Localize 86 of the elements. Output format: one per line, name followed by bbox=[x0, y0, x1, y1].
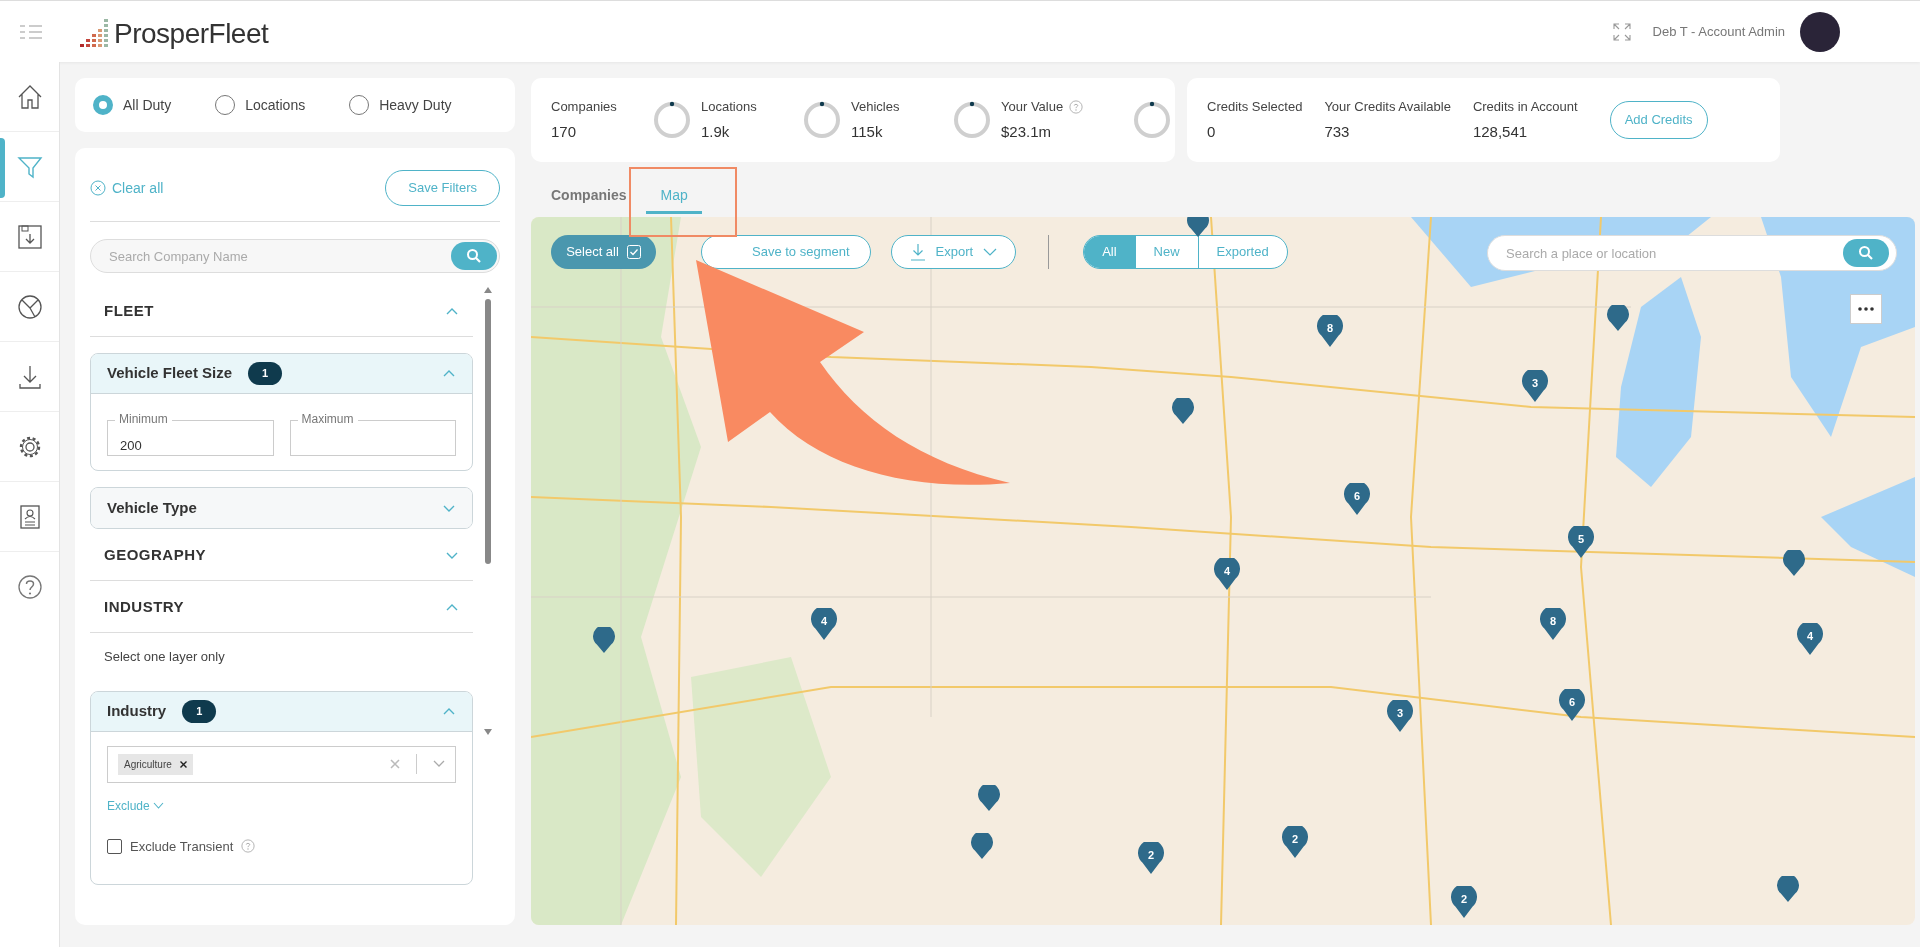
section-heading: GEOGRAPHY bbox=[104, 545, 206, 566]
cluster-marker[interactable]: 8 bbox=[1317, 315, 1343, 347]
cluster-marker[interactable]: 3 bbox=[1522, 370, 1548, 402]
duty-radio[interactable]: Locations bbox=[215, 94, 306, 116]
chevron-down-icon bbox=[152, 802, 164, 809]
stat-value: $23.1m bbox=[1001, 121, 1053, 142]
cluster-marker[interactable]: 4 bbox=[1214, 558, 1240, 590]
cluster-marker[interactable]: 4 bbox=[811, 608, 837, 640]
user-avatar[interactable] bbox=[1800, 11, 1840, 52]
map-pin[interactable] bbox=[1783, 550, 1805, 576]
fullscreen-icon[interactable] bbox=[1612, 22, 1631, 41]
cluster-marker[interactable]: 6 bbox=[1559, 689, 1585, 721]
chevron-up-icon[interactable] bbox=[445, 306, 459, 317]
section-heading: INDUSTRY bbox=[104, 597, 185, 618]
stat-label: Locations bbox=[701, 98, 757, 116]
credit-label: Credits in Account bbox=[1472, 98, 1578, 116]
scroll-down-icon[interactable] bbox=[484, 729, 492, 735]
industry-tag[interactable]: Agriculture bbox=[118, 753, 193, 775]
map-pin[interactable] bbox=[593, 627, 615, 653]
cluster-marker[interactable]: 4 bbox=[1797, 623, 1823, 655]
save-download-icon[interactable] bbox=[15, 222, 44, 251]
credit-value: 0 bbox=[1207, 121, 1217, 142]
location-search-field[interactable]: Search a place or location bbox=[1487, 235, 1897, 271]
duty-radio[interactable]: Heavy Duty bbox=[349, 94, 452, 116]
progress-ring-icon bbox=[1133, 101, 1171, 139]
industry-select[interactable]: Agriculture bbox=[107, 745, 456, 783]
company-search-field[interactable]: Search Company Name bbox=[90, 239, 500, 273]
search-button[interactable] bbox=[1843, 239, 1889, 267]
chevron-down-icon bbox=[983, 248, 998, 256]
stat-label: Vehicles bbox=[851, 98, 900, 116]
group-title[interactable]: Vehicle Fleet Size bbox=[107, 362, 233, 385]
credit-value: 733 bbox=[1324, 121, 1351, 142]
search-button[interactable] bbox=[451, 242, 497, 270]
chevron-down-icon[interactable] bbox=[445, 550, 459, 561]
cluster-marker[interactable]: 5 bbox=[1568, 526, 1594, 558]
search-icon bbox=[466, 248, 482, 264]
search-icon bbox=[1858, 245, 1874, 261]
map-pin[interactable] bbox=[1172, 398, 1194, 424]
duty-radio[interactable]: All Duty bbox=[93, 94, 172, 116]
cluster-marker[interactable]: 3 bbox=[1387, 700, 1413, 732]
map-pin[interactable] bbox=[978, 785, 1000, 811]
credit-label: Credits Selected bbox=[1207, 98, 1303, 116]
stat-value: 170 bbox=[551, 121, 578, 142]
helper-text: Select one layer only bbox=[103, 648, 226, 666]
map-pin[interactable] bbox=[1777, 876, 1799, 902]
segments-icon[interactable] bbox=[15, 292, 44, 321]
cluster-marker[interactable]: 2 bbox=[1138, 842, 1164, 874]
user-name: Deb T - Account Admin bbox=[1652, 22, 1785, 41]
checkbox[interactable] bbox=[107, 838, 122, 854]
stat-value: 1.9k bbox=[701, 121, 731, 142]
map-pin[interactable] bbox=[1607, 305, 1629, 331]
chevron-down-icon[interactable] bbox=[433, 760, 445, 768]
help-icon bbox=[241, 839, 256, 854]
tab[interactable]: Companies bbox=[537, 180, 641, 214]
progress-ring-icon bbox=[803, 101, 841, 139]
cluster-marker[interactable]: 8 bbox=[1540, 608, 1566, 640]
group-title[interactable]: Industry bbox=[107, 699, 167, 723]
credit-label: Your Credits Available bbox=[1324, 98, 1451, 116]
credit-value: 128,541 bbox=[1472, 121, 1529, 142]
download-icon bbox=[909, 243, 926, 261]
help-icon[interactable] bbox=[15, 573, 44, 601]
stat-label: Your Value bbox=[1001, 98, 1064, 116]
progress-ring-icon bbox=[653, 101, 691, 139]
map-pin[interactable] bbox=[971, 833, 993, 859]
cluster-marker[interactable]: 2 bbox=[1451, 886, 1477, 918]
group-title[interactable]: Vehicle Type bbox=[107, 496, 197, 520]
stat-label: Companies bbox=[551, 98, 617, 116]
chevron-up-icon[interactable] bbox=[442, 368, 456, 379]
map-pin[interactable] bbox=[1187, 217, 1209, 237]
progress-ring-icon bbox=[953, 101, 991, 139]
scroll-up-icon[interactable] bbox=[484, 287, 492, 293]
app-name: ProsperFleet bbox=[114, 18, 269, 49]
count-badge: 1 bbox=[182, 699, 217, 723]
checkbox-label: Exclude Transient bbox=[130, 837, 234, 856]
scrollbar-thumb[interactable] bbox=[485, 299, 491, 564]
remove-icon bbox=[179, 760, 187, 768]
count-badge: 1 bbox=[248, 362, 283, 385]
more-icon bbox=[1858, 307, 1874, 311]
cluster-marker[interactable]: 6 bbox=[1344, 483, 1370, 515]
chevron-up-icon[interactable] bbox=[445, 602, 459, 613]
stat-value: 115k bbox=[851, 121, 884, 142]
cluster-marker[interactable]: 2 bbox=[1282, 826, 1308, 858]
select-all-button[interactable]: Select all bbox=[551, 235, 656, 269]
section-heading: FLEET bbox=[104, 301, 154, 322]
more-options-button[interactable] bbox=[1850, 294, 1882, 324]
clear-icon bbox=[90, 180, 106, 196]
